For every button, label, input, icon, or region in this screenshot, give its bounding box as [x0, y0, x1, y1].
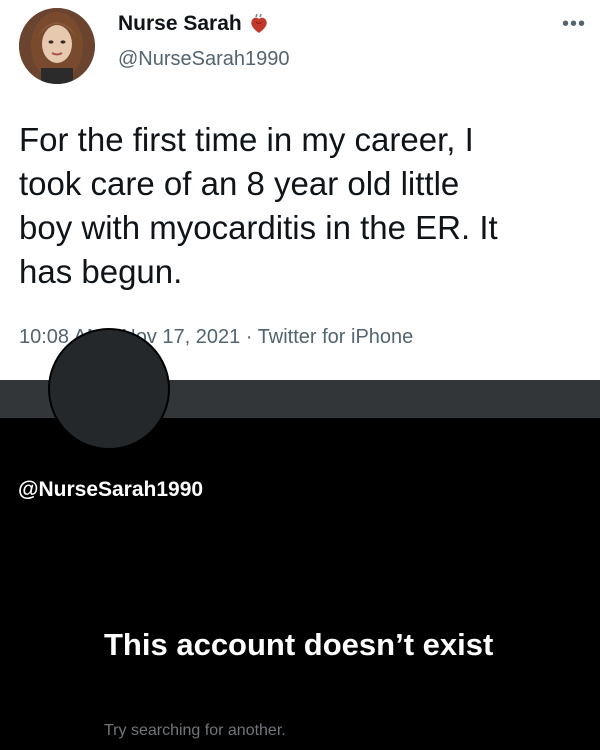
- profile-avatar-placeholder: [48, 328, 170, 450]
- tweet-text: For the first time in my career, I took …: [19, 121, 498, 290]
- more-options-icon[interactable]: •••: [562, 14, 586, 34]
- username-handle[interactable]: @NurseSarah1990: [118, 48, 290, 71]
- profile-handle: @NurseSarah1990: [18, 478, 204, 501]
- display-name[interactable]: Nurse Sarah: [118, 12, 242, 36]
- empty-state-subtitle: Try searching for another.: [104, 722, 286, 739]
- avatar[interactable]: [19, 8, 95, 84]
- empty-state-title: This account doesn’t exist: [104, 627, 494, 662]
- tweet-card: Nurse Sarah @NurseSarah1990 ••• For the …: [0, 0, 600, 380]
- avatar-photo: [19, 8, 95, 84]
- anatomical-heart-icon: [248, 13, 270, 35]
- display-name-row: Nurse Sarah: [118, 12, 270, 36]
- screenshot-composite: Nurse Sarah @NurseSarah1990 ••• For the …: [0, 0, 600, 750]
